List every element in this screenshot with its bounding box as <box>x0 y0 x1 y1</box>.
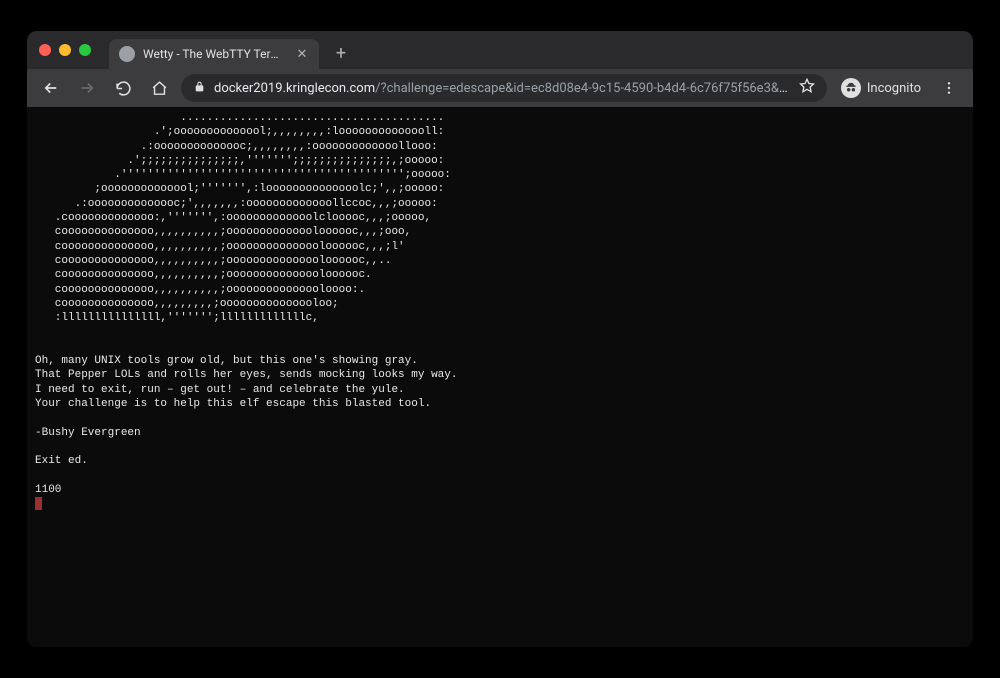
close-window-button[interactable] <box>39 44 51 56</box>
title-bar: Wetty - The WebTTY Terminal Em ✕ + <box>27 31 973 69</box>
browser-tab[interactable]: Wetty - The WebTTY Terminal Em ✕ <box>109 39 319 69</box>
incognito-label: Incognito <box>867 81 921 96</box>
poem-line-4: Your challenge is to help this elf escap… <box>35 398 431 410</box>
poem-line-3: I need to exit, run – get out! – and cel… <box>35 384 405 396</box>
arrow-right-icon <box>78 79 96 97</box>
lock-icon <box>193 80 206 97</box>
url-text: docker2019.kringlecon.com/?challenge=ede… <box>214 81 791 96</box>
poem-line-1: Oh, many UNIX tools grow old, but this o… <box>35 355 418 367</box>
terminal-cursor <box>35 497 42 510</box>
menu-button[interactable] <box>935 74 963 102</box>
poem-signature: -Bushy Evergreen <box>35 427 141 439</box>
bookmark-star-icon[interactable] <box>799 78 815 98</box>
back-button[interactable] <box>37 74 65 102</box>
reload-icon <box>115 80 132 97</box>
forward-button[interactable] <box>73 74 101 102</box>
arrow-left-icon <box>42 79 60 97</box>
kebab-icon <box>941 80 957 96</box>
toolbar: docker2019.kringlecon.com/?challenge=ede… <box>27 69 973 107</box>
terminal-content: ........................................… <box>35 111 965 511</box>
terminal-output: 1100 <box>35 484 61 496</box>
tab-favicon <box>119 46 135 62</box>
tabs-row: Wetty - The WebTTY Terminal Em ✕ + <box>109 31 355 69</box>
incognito-badge[interactable]: Incognito <box>835 78 927 98</box>
close-tab-icon[interactable]: ✕ <box>295 47 309 61</box>
url-path: /?challenge=edescape&id=ec8d08e4-9c15-45… <box>375 81 791 96</box>
home-button[interactable] <box>145 74 173 102</box>
url-domain: docker2019.kringlecon.com <box>214 81 375 96</box>
address-bar[interactable]: docker2019.kringlecon.com/?challenge=ede… <box>181 74 827 102</box>
window-controls <box>39 44 91 56</box>
terminal-ascii-art: ........................................… <box>35 112 451 324</box>
reload-button[interactable] <box>109 74 137 102</box>
maximize-window-button[interactable] <box>79 44 91 56</box>
tab-title: Wetty - The WebTTY Terminal Em <box>143 47 287 61</box>
terminal-area[interactable]: ........................................… <box>27 107 973 647</box>
incognito-icon <box>841 78 861 98</box>
minimize-window-button[interactable] <box>59 44 71 56</box>
poem-line-2: That Pepper LOLs and rolls her eyes, sen… <box>35 369 457 381</box>
challenge-instruction: Exit ed. <box>35 455 88 467</box>
new-tab-button[interactable]: + <box>327 39 355 67</box>
browser-window: Wetty - The WebTTY Terminal Em ✕ + docke… <box>27 31 973 647</box>
home-icon <box>151 80 168 97</box>
